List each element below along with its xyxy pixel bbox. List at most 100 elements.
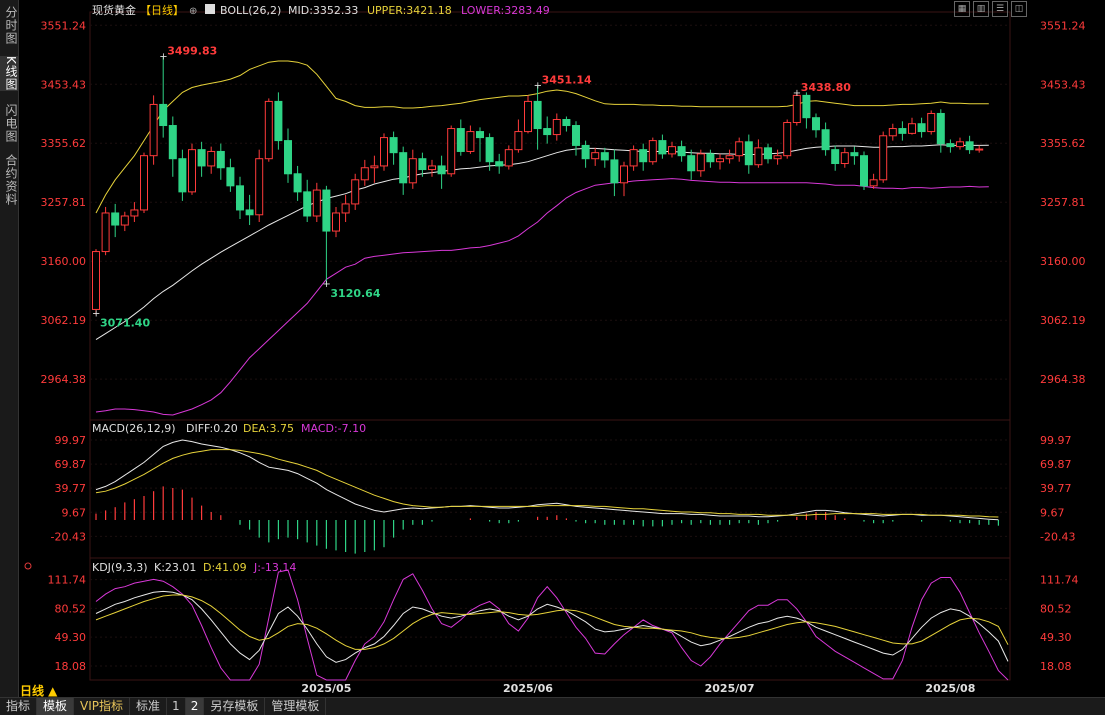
candle-body bbox=[485, 137, 494, 163]
kdj-k: K:23.01 bbox=[154, 561, 196, 574]
macd-diff: DIFF:0.20 bbox=[186, 422, 238, 435]
candle-body bbox=[812, 117, 820, 131]
candle-body bbox=[552, 119, 561, 136]
candle-body bbox=[322, 189, 331, 232]
candle-body bbox=[504, 149, 513, 167]
list-icon[interactable]: ☰ bbox=[992, 1, 1008, 17]
kdj-y-tick-right: 111.74 bbox=[1040, 574, 1079, 587]
kdj-j: J:-13.14 bbox=[253, 561, 296, 574]
main-y-tick-right: 2964.38 bbox=[1040, 373, 1086, 386]
main-y-tick-right: 3355.62 bbox=[1040, 137, 1086, 150]
macd-y-tick-left: 99.97 bbox=[55, 434, 87, 447]
window-toolbar: ▦ ▥ ☰ ◫ bbox=[954, 1, 1027, 17]
tab-indicators[interactable]: 指标 bbox=[0, 698, 38, 715]
settings-icon: ⊕ bbox=[189, 6, 197, 17]
x-tick-label: 2025/07 bbox=[705, 682, 755, 695]
chart-canvas[interactable]: +3499.83+3071.40+3120.64+ 3451.14+ 3438.80… bbox=[0, 0, 1105, 715]
kdj-d-line bbox=[95, 594, 1009, 650]
main-y-tick-left: 3355.62 bbox=[41, 137, 87, 150]
indicator-icon bbox=[205, 4, 215, 14]
candle-body bbox=[696, 153, 705, 172]
x-tick-label: 2025/06 bbox=[503, 682, 553, 695]
candle-body bbox=[639, 149, 648, 163]
candle-body bbox=[245, 209, 254, 216]
kdj-y-tick-right: 49.30 bbox=[1040, 631, 1072, 644]
candle-body bbox=[562, 119, 571, 127]
candle-body bbox=[572, 125, 580, 146]
main-y-tick-right: 3453.43 bbox=[1040, 78, 1086, 91]
main-y-tick-left: 3453.43 bbox=[41, 78, 87, 91]
candle-body bbox=[284, 140, 292, 175]
candle-body bbox=[831, 149, 840, 165]
candle-body bbox=[476, 131, 484, 139]
layout-icon[interactable]: ▥ bbox=[973, 1, 989, 17]
candle-body bbox=[514, 131, 523, 151]
candle-body bbox=[792, 94, 801, 124]
boll-upper: UPPER:3421.18 bbox=[367, 4, 452, 17]
candle-body bbox=[773, 155, 782, 160]
macd-y-tick-right: 9.67 bbox=[1040, 506, 1065, 519]
kdj-y-tick-left: 49.30 bbox=[55, 631, 87, 644]
grid-icon[interactable]: ▦ bbox=[954, 1, 970, 17]
candle-body bbox=[821, 129, 830, 151]
main-y-tick-left: 2964.38 bbox=[41, 373, 87, 386]
tab-vip-indicators[interactable]: VIP指标 bbox=[74, 698, 131, 715]
candle-body bbox=[236, 185, 244, 211]
kdj-marker-icon bbox=[24, 562, 32, 570]
candle-body bbox=[956, 141, 964, 148]
tab-kline[interactable]: K线图 bbox=[0, 56, 18, 91]
macd-y-tick-right: -20.43 bbox=[1040, 530, 1075, 543]
candle-body bbox=[735, 141, 744, 157]
candle-body bbox=[399, 152, 408, 184]
kdj-y-tick-right: 18.08 bbox=[1040, 660, 1072, 673]
candle-body bbox=[168, 125, 177, 160]
candle-body bbox=[620, 165, 628, 184]
tab-standard[interactable]: 标准 bbox=[130, 698, 168, 715]
macd-panel-frame bbox=[89, 419, 1011, 559]
candle-body bbox=[581, 144, 590, 160]
tab-contract-info[interactable]: 合约资料 bbox=[0, 154, 18, 206]
candle-body bbox=[908, 123, 916, 134]
tab-page-2[interactable]: 2 bbox=[185, 698, 205, 715]
tab-save-template-as[interactable]: 另存模板 bbox=[204, 698, 266, 715]
boll-lower: LOWER:3283.49 bbox=[461, 4, 550, 17]
kdj-d: D:41.09 bbox=[203, 561, 247, 574]
macd-y-tick-left: -20.43 bbox=[51, 530, 86, 543]
candle-body bbox=[120, 215, 129, 226]
period-tag: 【日线】 bbox=[140, 3, 184, 17]
price-annotation: 3499.83 bbox=[167, 44, 217, 57]
price-annotation: 3120.64 bbox=[330, 287, 380, 300]
candle-body bbox=[668, 146, 676, 155]
kdj-y-tick-left: 80.52 bbox=[55, 602, 87, 615]
tab-time-sharing[interactable]: 分时图 bbox=[0, 6, 18, 45]
candle-body bbox=[610, 159, 619, 184]
boll-lower-line bbox=[95, 178, 989, 416]
candle-body bbox=[92, 251, 100, 310]
macd-y-tick-right: 39.77 bbox=[1040, 482, 1072, 495]
price-annotation: 3071.40 bbox=[100, 317, 150, 330]
macd-y-tick-left: 69.87 bbox=[55, 458, 87, 471]
x-tick-label: 2025/08 bbox=[925, 682, 975, 695]
tab-flash-chart[interactable]: 闪电图 bbox=[0, 104, 18, 143]
candle-body bbox=[360, 167, 369, 181]
candle-body bbox=[456, 128, 465, 152]
candle-body bbox=[408, 158, 417, 184]
macd-dea-line bbox=[95, 449, 999, 518]
tab-manage-templates[interactable]: 管理模板 bbox=[265, 698, 327, 715]
tab-templates[interactable]: 模板 bbox=[37, 698, 75, 715]
candle-body bbox=[207, 150, 216, 167]
candle-body bbox=[312, 189, 321, 217]
candle-body bbox=[802, 94, 811, 119]
candle-body bbox=[188, 149, 196, 193]
candle-body bbox=[216, 150, 225, 169]
main-y-tick-left: 3160.00 bbox=[41, 255, 87, 268]
candle-body bbox=[428, 165, 436, 171]
kdj-y-tick-right: 80.52 bbox=[1040, 602, 1072, 615]
kdj-y-tick-left: 111.74 bbox=[48, 574, 87, 587]
macd-value: MACD:-7.10 bbox=[301, 422, 366, 435]
main-y-tick-left: 3551.24 bbox=[41, 19, 87, 32]
candle-body bbox=[303, 191, 312, 217]
kdj-header: KDJ(9,3,3) K:23.01 D:41.09 J:-13.14 bbox=[24, 561, 296, 574]
tab-page-1[interactable]: 1 bbox=[167, 698, 186, 715]
maximize-icon[interactable]: ◫ bbox=[1011, 1, 1027, 17]
